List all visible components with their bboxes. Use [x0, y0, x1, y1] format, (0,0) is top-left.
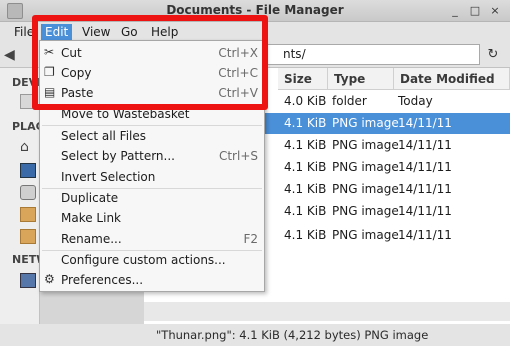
highlight-annotation-box — [32, 15, 268, 110]
file-date: 14/11/11 — [398, 116, 452, 130]
shortcut-label: Ctrl+S — [218, 149, 258, 163]
menu-item-configure-custom-actions[interactable]: Configure custom actions... — [40, 250, 264, 270]
folder-icon[interactable] — [20, 207, 36, 222]
menu-item-label: Duplicate — [61, 191, 119, 205]
menu-item-label: Invert Selection — [61, 170, 156, 184]
file-date: 14/11/11 — [398, 228, 452, 242]
file-type: PNG image — [332, 116, 399, 130]
trash-icon[interactable] — [20, 185, 36, 200]
location-bar[interactable]: nts/ — [260, 44, 480, 65]
file-date: 14/11/11 — [398, 204, 452, 218]
network-icon[interactable] — [20, 273, 36, 288]
menu-item-duplicate[interactable]: Duplicate — [40, 188, 264, 208]
menu-item-select-all[interactable]: Select all Files — [40, 126, 264, 146]
menu-item-label: Select all Files — [61, 129, 147, 143]
file-type: PNG image — [332, 138, 399, 152]
menu-item-label: Make Link — [61, 211, 121, 225]
file-date: Today — [398, 94, 433, 108]
file-date: 14/11/11 — [398, 138, 452, 152]
file-size: 4.1 KiB — [284, 138, 327, 152]
menu-item-invert-selection[interactable]: Invert Selection — [40, 167, 264, 187]
menu-item-select-by-pattern[interactable]: Select by Pattern... Ctrl+S — [40, 146, 264, 166]
menu-item-label: Configure custom actions... — [61, 253, 226, 267]
file-date: 14/11/11 — [398, 182, 452, 196]
file-size: 4.1 KiB — [284, 116, 327, 130]
file-size: 4.1 KiB — [284, 204, 327, 218]
shortcut-label: F2 — [243, 232, 258, 246]
column-type[interactable]: Type — [328, 68, 394, 90]
file-size: 4.0 KiB — [284, 94, 327, 108]
menu-item-label: Select by Pattern... — [61, 149, 175, 163]
desktop-icon[interactable] — [20, 163, 36, 178]
horizontal-scrollbar[interactable] — [144, 302, 510, 321]
close-button[interactable]: × — [486, 2, 504, 19]
file-type: PNG image — [332, 204, 399, 218]
file-size: 4.1 KiB — [284, 182, 327, 196]
menu-item-make-link[interactable]: Make Link — [40, 208, 264, 228]
file-type: folder — [332, 94, 367, 108]
location-text: nts/ — [283, 47, 306, 61]
column-size[interactable]: Size — [278, 68, 328, 90]
statusbar-left — [0, 324, 144, 346]
menu-item-rename[interactable]: Rename... F2 — [40, 229, 264, 249]
file-date: 14/11/11 — [398, 160, 452, 174]
menu-item-label: Preferences... — [61, 273, 144, 287]
back-arrow-icon[interactable]: ◀ — [4, 47, 15, 63]
column-date-modified[interactable]: Date Modified — [394, 68, 510, 90]
menu-item-label: Rename... — [61, 232, 122, 246]
maximize-button[interactable]: □ — [466, 2, 484, 19]
status-bar: "Thunar.png": 4.1 KiB (4,212 bytes) PNG … — [144, 324, 510, 346]
file-size: 4.1 KiB — [284, 160, 327, 174]
menu-item-preferences[interactable]: ⚙ Preferences... — [40, 270, 264, 290]
file-type: PNG image — [332, 182, 399, 196]
minimize-button[interactable]: _ — [446, 2, 464, 19]
folder-icon[interactable] — [20, 229, 36, 244]
file-size: 4.1 KiB — [284, 228, 327, 242]
file-type: PNG image — [332, 228, 399, 242]
reload-icon[interactable]: ↻ — [482, 45, 504, 65]
preferences-icon: ⚙ — [44, 272, 55, 286]
home-icon[interactable]: ⌂ — [20, 140, 36, 155]
file-type: PNG image — [332, 160, 399, 174]
